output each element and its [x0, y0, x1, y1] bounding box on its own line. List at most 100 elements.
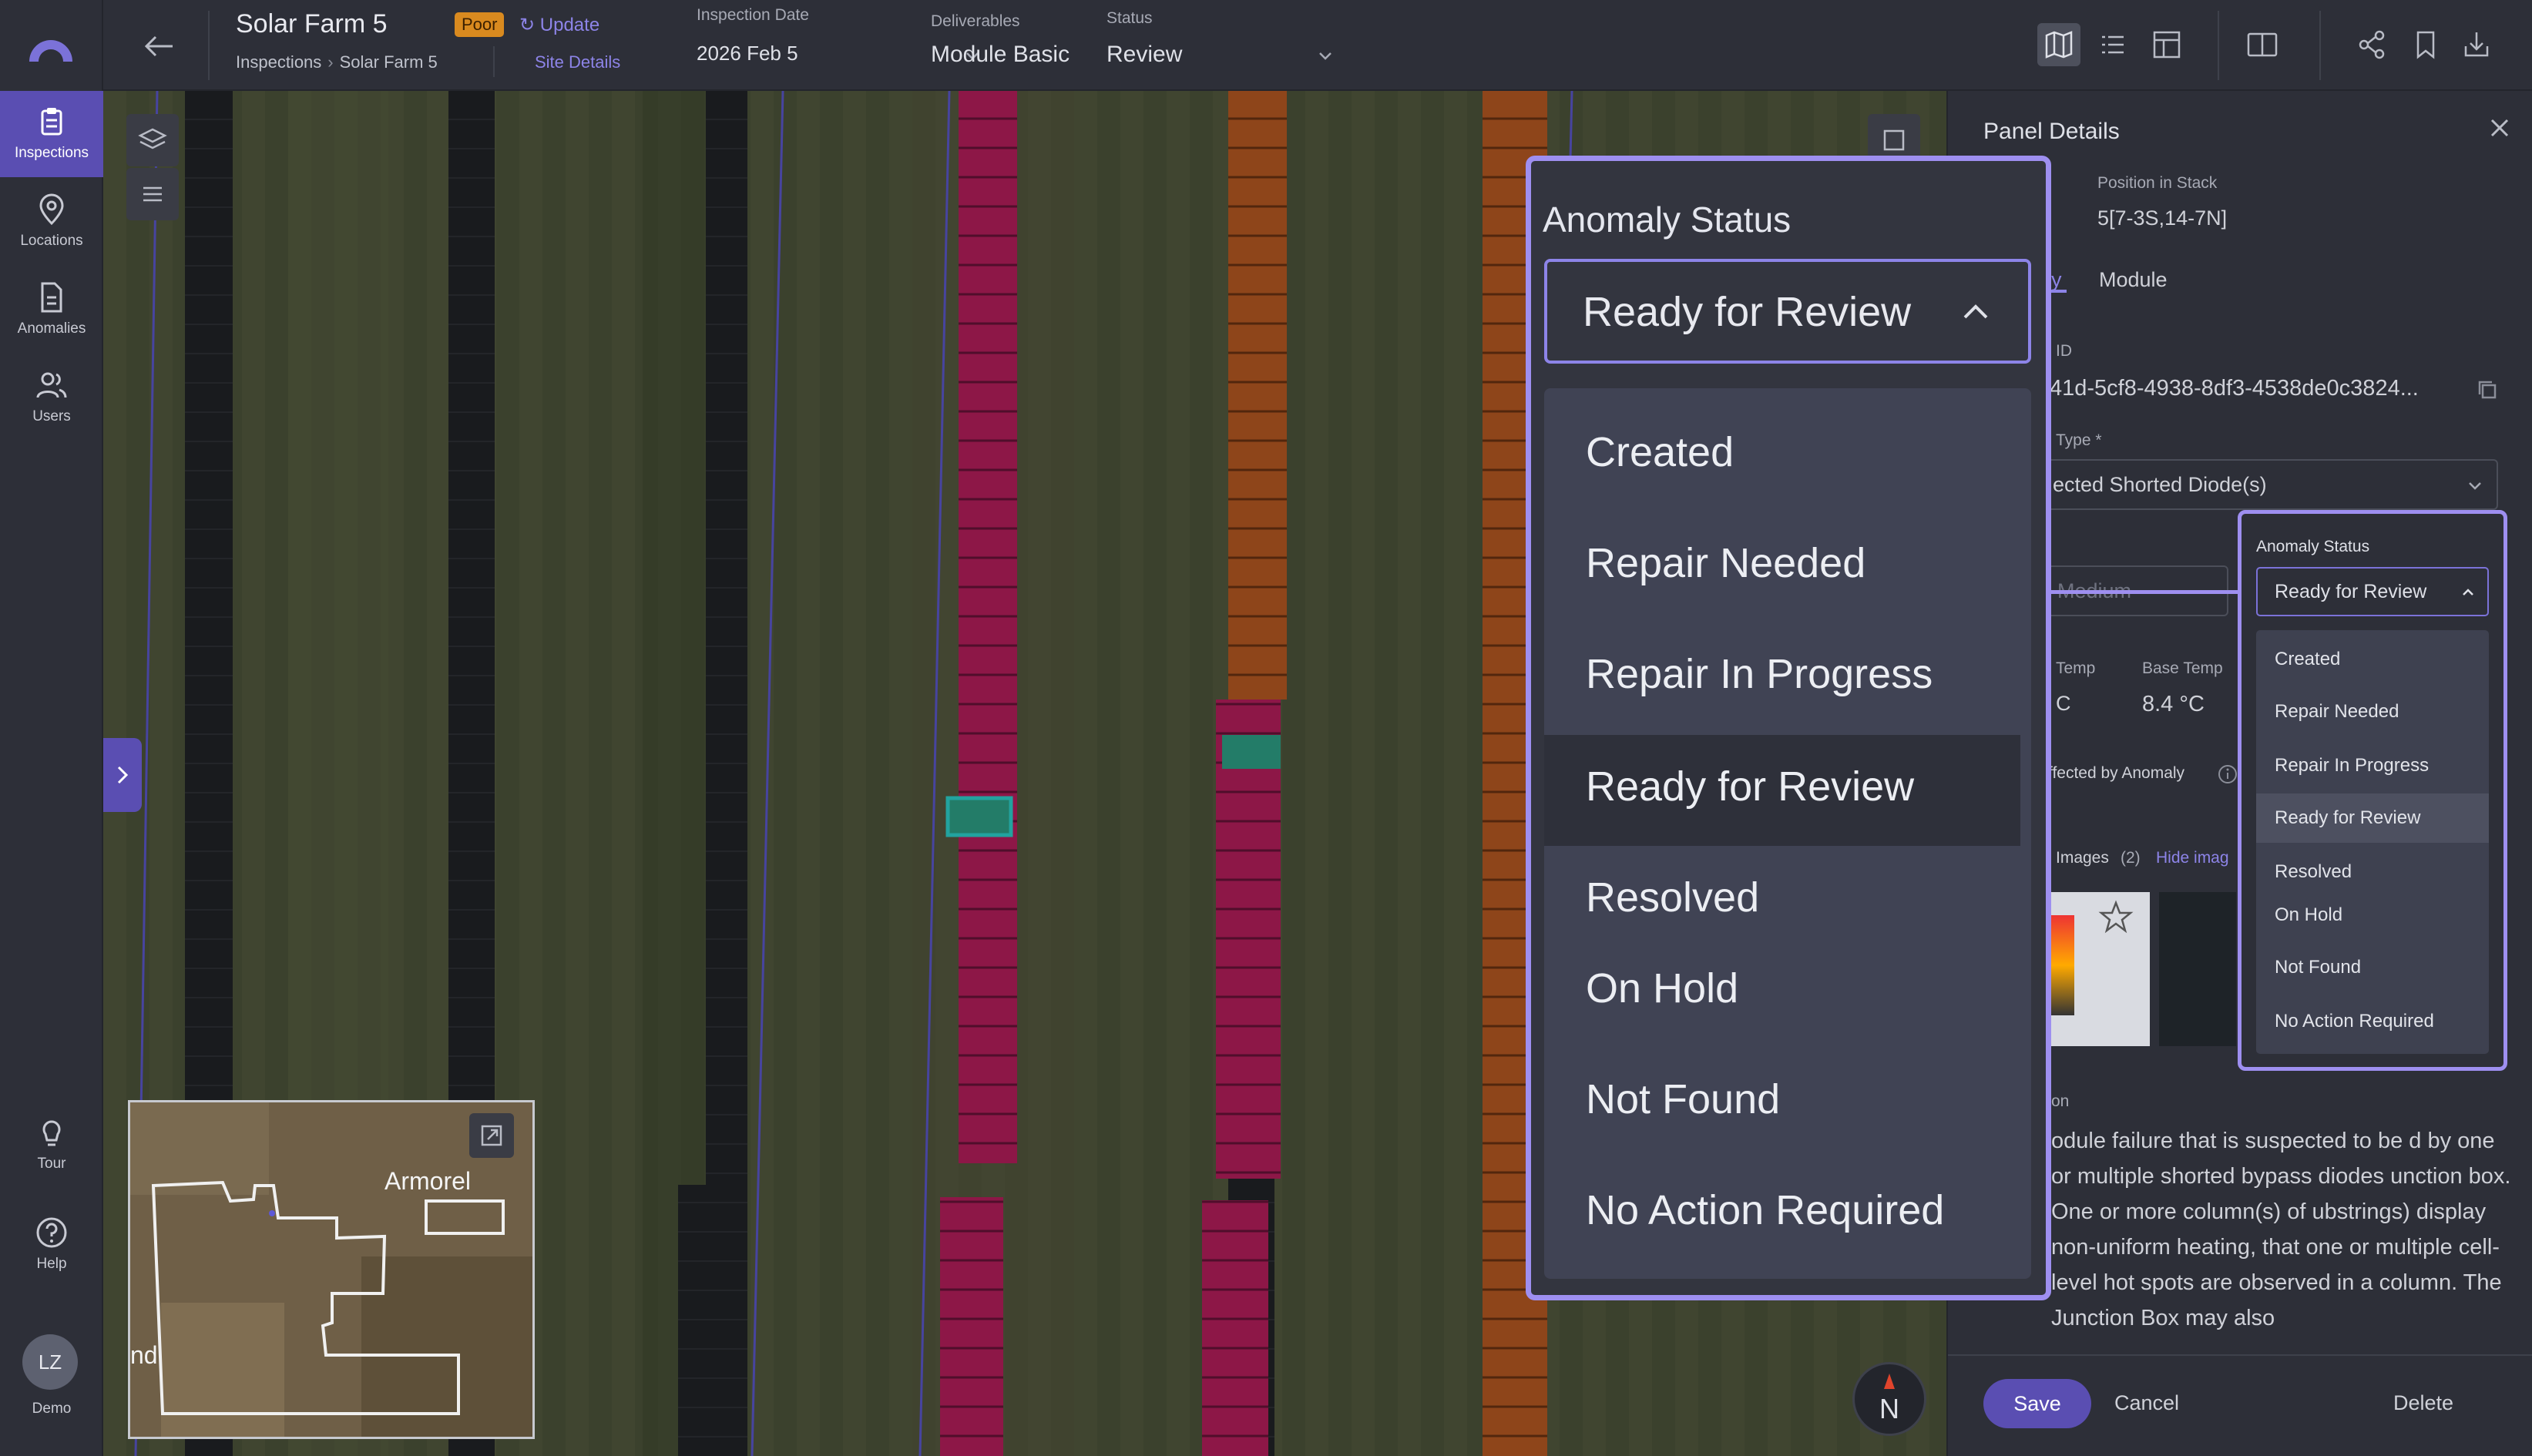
- nav-label-tour: Tour: [37, 1156, 66, 1172]
- update-button[interactable]: ↻ Update: [519, 14, 599, 36]
- option-resolved[interactable]: Resolved: [2275, 861, 2352, 883]
- description-text: odule failure that is suspected to be d …: [2051, 1129, 2511, 1330]
- option-ready-for-review[interactable]: Ready for Review: [2275, 807, 2420, 829]
- images-count: (2): [2121, 849, 2141, 867]
- anomaly-type-select[interactable]: ected Shorted Diode(s): [2025, 459, 2498, 510]
- option-not-found[interactable]: Not Found: [1586, 1075, 1780, 1123]
- compass[interactable]: N: [1852, 1362, 1926, 1436]
- app-logo-icon[interactable]: [23, 17, 79, 72]
- compass-needle-icon: N: [1879, 1374, 1899, 1424]
- header-divider: [2218, 11, 2219, 80]
- temp-label: Temp: [2056, 659, 2096, 677]
- overview-minimap[interactable]: Armorel nd: [128, 1100, 535, 1439]
- expand-icon: [481, 1125, 502, 1146]
- user-name: Demo: [32, 1401, 72, 1417]
- option-resolved[interactable]: Resolved: [1586, 874, 1759, 921]
- chevron-down-icon: [1319, 52, 1331, 60]
- minimap-expand-button[interactable]: [469, 1113, 514, 1158]
- map-view-icon[interactable]: [2037, 23, 2080, 66]
- delete-button[interactable]: Delete: [2393, 1391, 2453, 1415]
- anomaly-status-select-small[interactable]: Ready for Review: [2256, 567, 2489, 616]
- deliverables-label: Deliverables: [931, 12, 1020, 30]
- chevron-up-icon: [1963, 304, 1988, 319]
- option-repair-needed[interactable]: Repair Needed: [1586, 539, 1865, 587]
- nav-item-inspections[interactable]: Inspections: [0, 91, 103, 177]
- split-view-icon[interactable]: [2241, 23, 2284, 66]
- type-label: Type *: [2056, 431, 2102, 449]
- option-created[interactable]: Created: [1586, 428, 1734, 476]
- cancel-button[interactable]: Cancel: [2114, 1391, 2179, 1415]
- back-arrow-icon[interactable]: [136, 23, 182, 69]
- thermal-scale-bar: [2051, 915, 2074, 1015]
- copy-icon[interactable]: [2477, 379, 2500, 402]
- lightbulb-icon: [42, 1120, 61, 1146]
- hide-images-link[interactable]: Hide imag: [2156, 849, 2229, 867]
- header-divider: [2319, 11, 2321, 80]
- option-repair-in-progress[interactable]: Repair In Progress: [1586, 650, 1933, 698]
- condition-badge: Poor: [455, 12, 505, 37]
- nav-label-locations: Locations: [20, 233, 83, 249]
- description-label: on: [2051, 1092, 2070, 1110]
- rgb-image-thumbnail[interactable]: [2159, 892, 2236, 1046]
- left-navigation: Inspections Locations Anomalies Users To…: [0, 0, 103, 1456]
- tab-module[interactable]: Module: [2099, 268, 2168, 292]
- info-icon[interactable]: [2218, 764, 2238, 784]
- update-label: Update: [539, 15, 600, 35]
- anomaly-status-label-small: Anomaly Status: [2256, 538, 2370, 555]
- share-icon[interactable]: [2350, 23, 2393, 66]
- nav-item-help[interactable]: Help: [0, 1202, 103, 1288]
- chevron-down-icon: [2469, 482, 2481, 490]
- layers-button[interactable]: [126, 114, 179, 166]
- deliverables-value: Module Basic: [931, 42, 1070, 67]
- nav-label-help: Help: [36, 1256, 67, 1272]
- option-repair-in-progress[interactable]: Repair In Progress: [2275, 755, 2429, 777]
- option-not-found[interactable]: Not Found: [2275, 957, 2361, 978]
- refresh-icon: ↻: [519, 15, 536, 35]
- nav-item-locations[interactable]: Locations: [0, 179, 103, 265]
- legend-button[interactable]: [126, 168, 179, 220]
- chevron-up-icon: [2463, 589, 2473, 595]
- base-temp-value: 8.4 °C: [2142, 692, 2205, 716]
- save-button[interactable]: Save: [1983, 1379, 2091, 1428]
- status-select[interactable]: Review: [1106, 35, 1335, 75]
- images-label: Images: [2056, 849, 2109, 867]
- temp-value: C: [2056, 692, 2071, 715]
- tab-anomaly[interactable]: y: [2051, 268, 2062, 292]
- site-details-link[interactable]: Site Details: [535, 52, 620, 72]
- download-icon[interactable]: [2455, 23, 2498, 66]
- option-ready-for-review[interactable]: Ready for Review: [1586, 763, 1914, 810]
- anomaly-status-select-large[interactable]: Ready for Review: [1544, 259, 2031, 364]
- layers-icon: [138, 128, 167, 149]
- zoom-connector-line: [2051, 590, 2239, 594]
- option-no-action-required[interactable]: No Action Required: [1586, 1186, 1944, 1234]
- id-value: 41d-5cf8-4938-8df3-4538de0c3824...: [2050, 376, 2419, 401]
- chevron-right-icon: ›: [327, 52, 334, 72]
- nav-item-tour[interactable]: Tour: [0, 1102, 103, 1188]
- star-icon[interactable]: [2097, 898, 2134, 935]
- list-view-icon[interactable]: [2091, 23, 2134, 66]
- anomaly-status-label-large: Anomaly Status: [1543, 200, 1792, 240]
- option-no-action-required[interactable]: No Action Required: [2275, 1011, 2434, 1032]
- thermal-image-thumbnail[interactable]: [2051, 892, 2150, 1046]
- option-on-hold[interactable]: On Hold: [1586, 965, 1738, 1012]
- option-repair-needed[interactable]: Repair Needed: [2275, 701, 2399, 723]
- user-avatar[interactable]: LZ: [22, 1334, 78, 1390]
- nav-item-users[interactable]: Users: [0, 354, 103, 441]
- nav-item-anomalies[interactable]: Anomalies: [0, 267, 103, 353]
- bookmark-icon[interactable]: [2404, 23, 2447, 66]
- breadcrumb-inspections[interactable]: Inspections: [236, 52, 321, 72]
- option-on-hold[interactable]: On Hold: [2275, 904, 2342, 926]
- position-value: 5[7-3S,14-7N]: [2097, 206, 2228, 230]
- anomaly-status-selected-small: Ready for Review: [2275, 581, 2427, 602]
- breadcrumb-current: Solar Farm 5: [339, 52, 438, 72]
- close-icon[interactable]: [2484, 112, 2515, 143]
- clipboard-icon: [41, 108, 62, 136]
- list-icon: [143, 186, 162, 202]
- layout-view-icon[interactable]: [2145, 23, 2188, 66]
- anomaly-status-options-large: Created Repair Needed Repair In Progress…: [1544, 388, 2031, 1279]
- expand-sidebar-button[interactable]: [103, 738, 142, 812]
- breadcrumb: Inspections › Solar Farm 5: [236, 52, 438, 72]
- page-title: Solar Farm 5: [236, 9, 388, 39]
- option-created[interactable]: Created: [2275, 649, 2340, 670]
- inspection-date-label: Inspection Date: [697, 6, 809, 24]
